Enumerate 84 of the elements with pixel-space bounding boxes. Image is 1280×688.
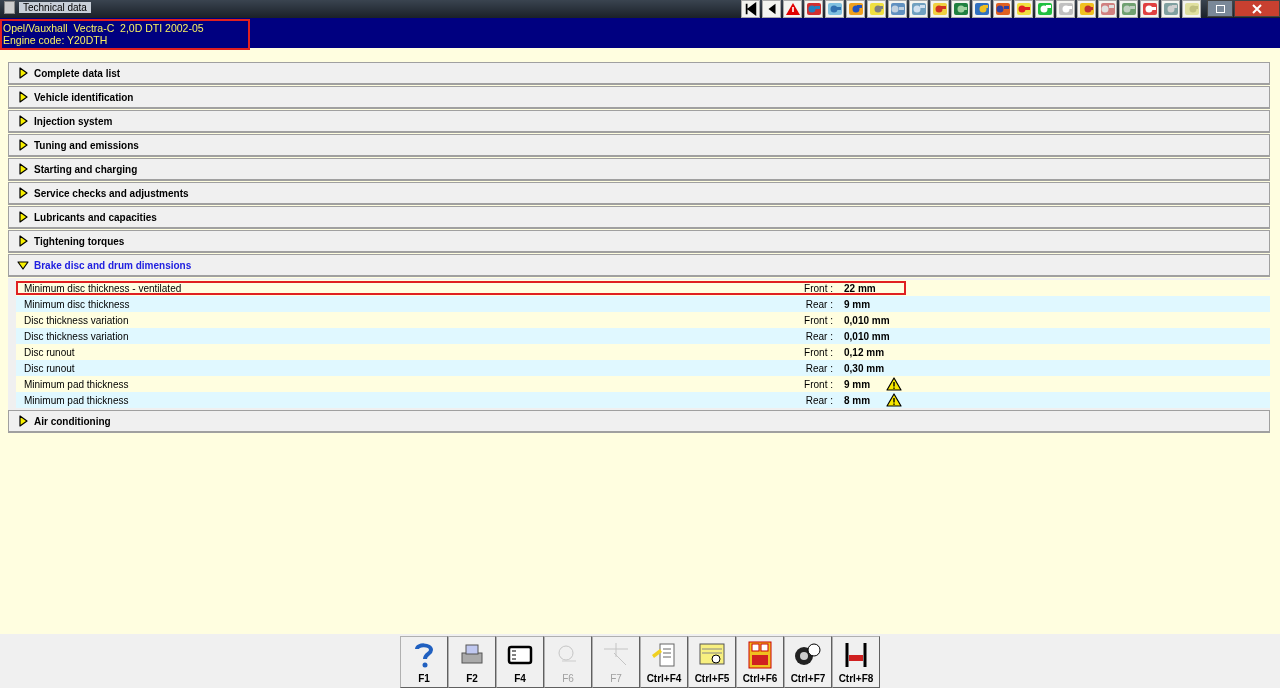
section-header[interactable]: Starting and charging bbox=[8, 158, 1270, 181]
position-label: Rear : bbox=[804, 330, 833, 342]
expand-arrow-icon bbox=[17, 139, 29, 151]
toolbar-icon[interactable] bbox=[993, 0, 1012, 18]
data-label: Minimum disc thickness - ventilated bbox=[24, 282, 183, 294]
function-key-button[interactable]: F4 bbox=[496, 636, 544, 688]
data-label: Disc runout bbox=[24, 362, 76, 374]
section-title: Complete data list bbox=[34, 67, 121, 79]
toolbar-icon[interactable] bbox=[825, 0, 844, 18]
function-key-button[interactable]: Ctrl+F5 bbox=[688, 636, 736, 688]
section-title: Tuning and emissions bbox=[34, 139, 139, 151]
expand-arrow-icon bbox=[17, 415, 29, 427]
section-header[interactable]: Service checks and adjustments bbox=[8, 182, 1270, 205]
close-icon bbox=[1252, 3, 1262, 14]
data-label: Minimum pad thickness bbox=[24, 394, 130, 406]
data-value: 0,12 mm bbox=[844, 346, 886, 358]
position-label: Front : bbox=[803, 378, 833, 390]
section-title: Vehicle identification bbox=[34, 91, 134, 103]
section-header[interactable]: Injection system bbox=[8, 110, 1270, 133]
section-header[interactable]: Complete data list bbox=[8, 62, 1270, 85]
toolbar-icon[interactable] bbox=[930, 0, 949, 18]
section-header[interactable]: Vehicle identification bbox=[8, 86, 1270, 109]
engine-code: Engine code: Y20DTH bbox=[3, 34, 109, 46]
toolbar-icon[interactable] bbox=[846, 0, 865, 18]
close-button[interactable] bbox=[1234, 0, 1280, 17]
position-label: Rear : bbox=[804, 298, 833, 310]
data-value: 9 mm bbox=[844, 298, 872, 310]
data-value: 0,010 mm bbox=[844, 314, 891, 326]
data-label: Disc thickness variation bbox=[24, 314, 130, 326]
expand-arrow-icon bbox=[17, 115, 29, 127]
function-key-button[interactable]: Ctrl+F8 bbox=[832, 636, 880, 688]
data-value: 0,010 mm bbox=[844, 330, 891, 342]
toolbar-icon[interactable] bbox=[951, 0, 970, 18]
restore-button[interactable] bbox=[1207, 0, 1233, 17]
toolbar-icon[interactable] bbox=[804, 0, 823, 18]
position-label: Front : bbox=[803, 282, 833, 294]
section-title: Air conditioning bbox=[34, 415, 111, 427]
section-header[interactable]: Tightening torques bbox=[8, 230, 1270, 253]
data-label: Disc thickness variation bbox=[24, 330, 130, 342]
data-value: 22 mm bbox=[844, 282, 877, 294]
data-label: Minimum disc thickness bbox=[24, 298, 131, 310]
section-header[interactable]: Air conditioning bbox=[8, 410, 1270, 433]
window-title: Technical data bbox=[19, 2, 91, 13]
function-key-button[interactable]: F1 bbox=[400, 636, 448, 688]
previous-button[interactable] bbox=[762, 0, 781, 18]
section-title: Brake disc and drum dimensions bbox=[34, 259, 192, 271]
data-value: 0,30 mm bbox=[844, 362, 886, 374]
toolbar-icon[interactable] bbox=[1077, 0, 1096, 18]
section-header[interactable]: Lubricants and capacities bbox=[8, 206, 1270, 229]
section-title: Service checks and adjustments bbox=[34, 187, 189, 199]
function-key-button[interactable]: Ctrl+F4 bbox=[640, 636, 688, 688]
expand-arrow-icon bbox=[17, 235, 29, 247]
toolbar-icon[interactable] bbox=[867, 0, 886, 18]
data-label: Disc runout bbox=[24, 346, 76, 358]
section-title: Injection system bbox=[34, 115, 113, 127]
data-value: 8 mm bbox=[844, 394, 872, 406]
toolbar-icon[interactable] bbox=[1140, 0, 1159, 18]
section-title: Starting and charging bbox=[34, 163, 138, 175]
expand-arrow-icon bbox=[17, 187, 29, 199]
expand-arrow-icon bbox=[17, 163, 29, 175]
vehicle-model: Opel/Vauxhall Vectra-C 2,0D DTI 2002-05 bbox=[3, 22, 205, 34]
position-label: Rear : bbox=[804, 362, 833, 374]
first-button[interactable] bbox=[741, 0, 760, 18]
toolbar-icon[interactable] bbox=[783, 0, 802, 18]
function-key-button[interactable]: F2 bbox=[448, 636, 496, 688]
expand-arrow-icon bbox=[17, 67, 29, 79]
first-page-icon bbox=[743, 1, 758, 17]
position-label: Front : bbox=[803, 346, 833, 358]
expand-arrow-icon bbox=[17, 91, 29, 103]
function-key-button[interactable]: Ctrl+F7 bbox=[784, 636, 832, 688]
position-label: Front : bbox=[803, 314, 833, 326]
app-icon bbox=[4, 1, 15, 14]
section-header[interactable]: Brake disc and drum dimensions bbox=[8, 254, 1270, 277]
data-value: 9 mm bbox=[844, 378, 872, 390]
expand-arrow-icon bbox=[17, 211, 29, 223]
position-label: Rear : bbox=[804, 394, 833, 406]
function-key-button[interactable]: Ctrl+F6 bbox=[736, 636, 784, 688]
collapse-arrow-icon bbox=[17, 259, 29, 271]
section-title: Tightening torques bbox=[34, 235, 125, 247]
toolbar-icon[interactable] bbox=[972, 0, 991, 18]
toolbar-icon[interactable] bbox=[1014, 0, 1033, 18]
data-label: Minimum pad thickness bbox=[24, 378, 130, 390]
section-title: Lubricants and capacities bbox=[34, 211, 157, 223]
section-header[interactable]: Tuning and emissions bbox=[8, 134, 1270, 157]
